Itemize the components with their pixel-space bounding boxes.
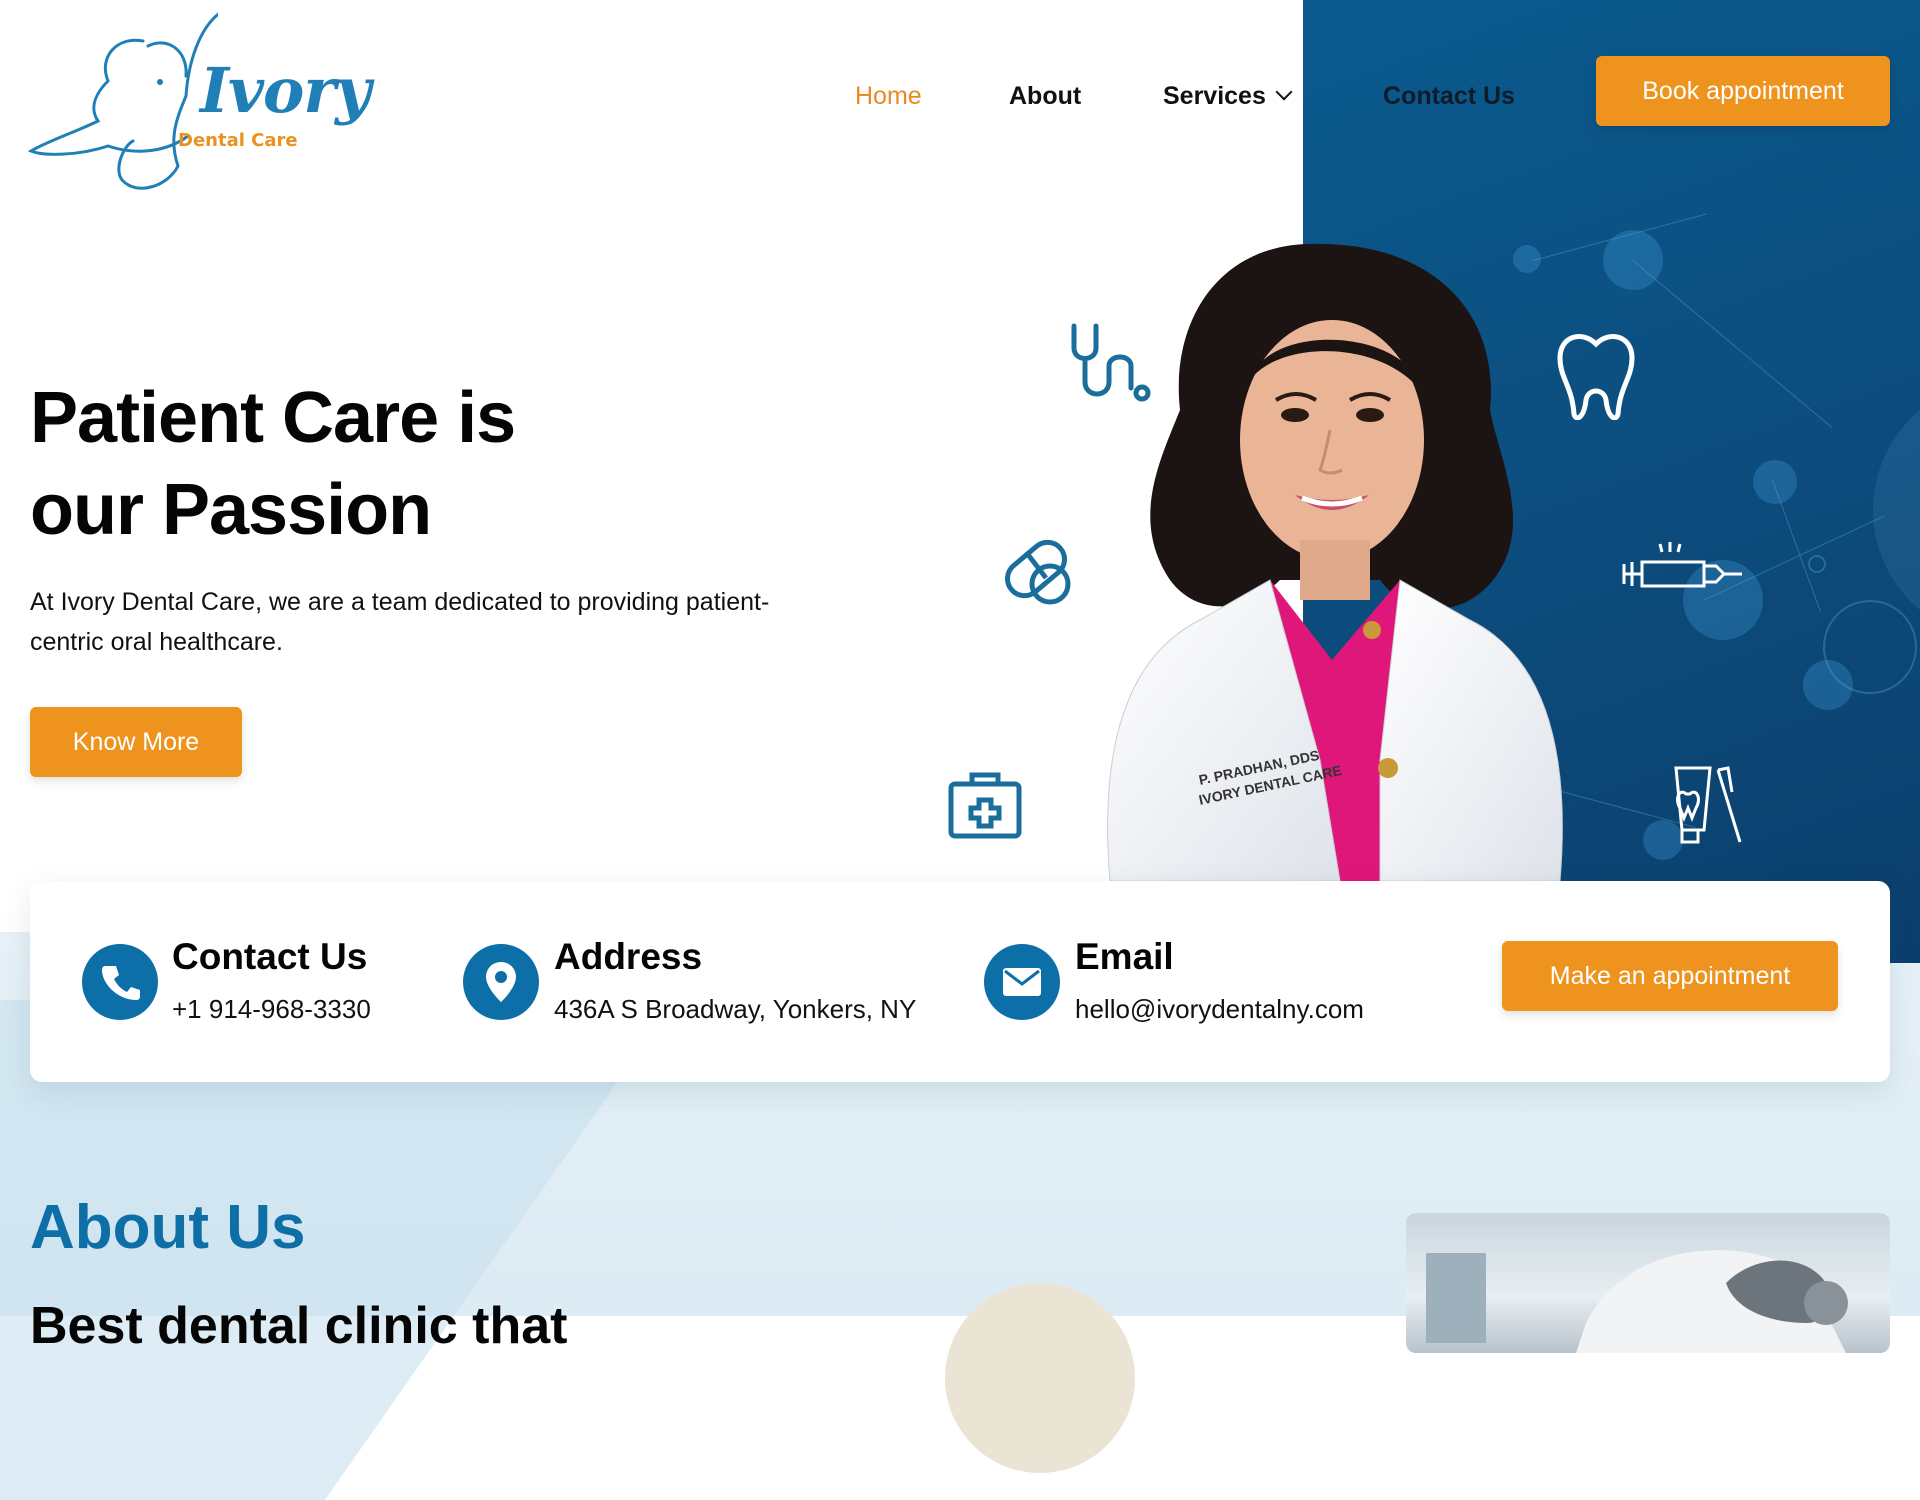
doctor-portrait-image: P. PRADHAN, DDS IVORY DENTAL CARE	[1107, 243, 1563, 881]
know-more-button[interactable]: Know More	[30, 707, 242, 777]
hero-title: Patient Care is our Passion	[30, 372, 650, 556]
contact-email-value[interactable]: hello@ivorydentalny.com	[1075, 994, 1364, 1025]
map-pin-icon	[486, 962, 516, 1002]
about-title: About Us	[30, 1193, 306, 1262]
hero-title-line2: our Passion	[30, 470, 432, 550]
about-photo	[1406, 1213, 1890, 1353]
contact-address-title: Address	[554, 936, 703, 977]
nav-contact[interactable]: Contact Us	[1383, 82, 1515, 111]
phone-icon-circle	[82, 944, 158, 1020]
nav-home[interactable]: Home	[855, 82, 922, 111]
main-nav: Home About Services Contact Us Book appo…	[0, 0, 1920, 190]
contact-phone-title: Contact Us	[172, 936, 368, 977]
decor-circle	[945, 1283, 1135, 1473]
first-aid-kit-icon	[948, 772, 1022, 839]
hero-subtitle: At Ivory Dental Care, we are a team dedi…	[30, 588, 770, 656]
contact-phone-value[interactable]: +1 914-968-3330	[172, 994, 371, 1025]
envelope-icon	[1003, 968, 1041, 996]
nav-services[interactable]: Services	[1163, 82, 1293, 111]
syringe-icon	[1622, 542, 1742, 588]
toothpaste-icon	[1674, 766, 1742, 844]
nav-about[interactable]: About	[1009, 82, 1081, 111]
map-pin-icon-circle	[463, 944, 539, 1020]
contact-address-value: 436A S Broadway, Yonkers, NY	[554, 994, 917, 1024]
chevron-down-icon	[1275, 83, 1293, 101]
dentist-photo-image	[1426, 1250, 1848, 1353]
make-appointment-button[interactable]: Make an appointment	[1502, 941, 1838, 1011]
contact-email-title: Email	[1075, 936, 1174, 977]
hero-title-line1: Patient Care is	[30, 378, 516, 458]
nav-services-label: Services	[1163, 82, 1266, 110]
book-appointment-button[interactable]: Book appointment	[1596, 56, 1890, 126]
envelope-icon-circle	[984, 944, 1060, 1020]
phone-icon	[102, 966, 140, 1000]
about-subtitle: Best dental clinic that	[30, 1297, 568, 1355]
